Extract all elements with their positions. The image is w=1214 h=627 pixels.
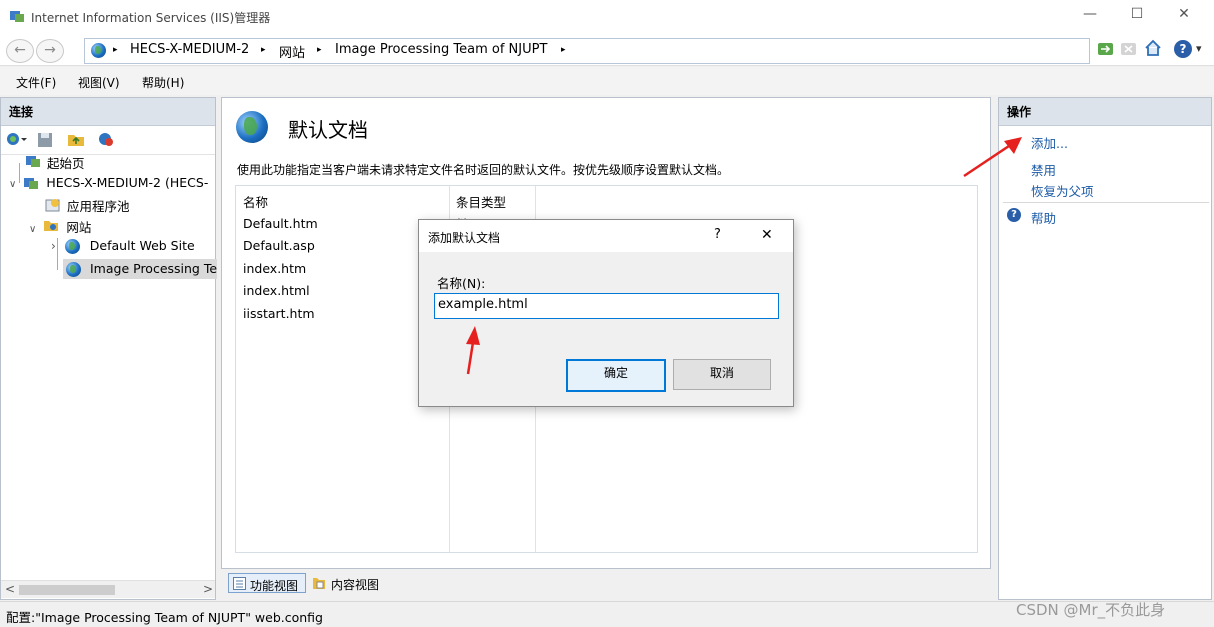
scroll-left-button[interactable]: <	[5, 582, 15, 596]
menu-help[interactable]: 帮助(H)	[142, 74, 184, 91]
column-header-name[interactable]: 名称	[243, 192, 268, 211]
ok-button[interactable]: 确定	[566, 359, 666, 392]
address-box[interactable]: ▸ HECS-X-MEDIUM-2 ▸ 网站 ▸ Image Processin…	[84, 38, 1090, 64]
globe-icon	[91, 43, 106, 58]
server-icon	[23, 176, 39, 190]
content-view-label: 内容视图	[331, 578, 380, 592]
dialog-title-bar: 添加默认文档 ? ✕	[419, 220, 793, 252]
tree-item-image-processing-selected[interactable]: Image Processing Te	[63, 259, 217, 279]
tree-item-server[interactable]: ∨ HECS-X-MEDIUM-2 (HECS-	[9, 175, 208, 190]
globe-icon	[65, 239, 80, 254]
address-bar: ← → ▸ HECS-X-MEDIUM-2 ▸ 网站 ▸ Image Proce…	[0, 34, 1214, 66]
tree-item-label: 网站	[66, 220, 92, 235]
close-button[interactable]: ✕	[1164, 6, 1204, 28]
connections-hscrollbar[interactable]: < >	[1, 580, 215, 598]
sites-folder-icon	[43, 218, 59, 232]
action-revert-to-parent[interactable]: 恢复为父项	[1031, 181, 1094, 200]
breadcrumb-sites[interactable]: 网站	[279, 42, 305, 61]
breadcrumb-server[interactable]: HECS-X-MEDIUM-2	[130, 42, 249, 57]
tree-item-label: HECS-X-MEDIUM-2 (HECS-	[46, 175, 209, 190]
tree-item-label: 起始页	[47, 156, 85, 171]
action-add[interactable]: 添加...	[1031, 133, 1068, 152]
help-icon: ?	[1007, 208, 1021, 222]
connect-icon[interactable]	[6, 131, 28, 147]
list-item[interactable]: Default.asp	[243, 238, 315, 253]
expand-icon[interactable]: ›	[51, 239, 56, 253]
tree-item-start-page[interactable]: 起始页	[25, 153, 85, 172]
status-text: 配置:"Image Processing Team of NJUPT" web.…	[6, 610, 323, 625]
cancel-button[interactable]: 取消	[673, 359, 771, 390]
globe-icon	[66, 262, 81, 277]
action-disable[interactable]: 禁用	[1031, 160, 1056, 179]
forward-button[interactable]: →	[36, 39, 64, 63]
breadcrumb-separator-icon: ▸	[317, 45, 322, 55]
content-view-icon	[312, 576, 326, 590]
back-button[interactable]: ←	[6, 39, 34, 63]
save-icon[interactable]	[37, 132, 53, 148]
feature-title: 默认文档	[288, 118, 368, 142]
breadcrumb-site[interactable]: Image Processing Team of NJUPT	[335, 42, 547, 57]
collapse-icon[interactable]: ∨	[9, 179, 16, 190]
home-icon[interactable]	[1144, 39, 1162, 57]
maximize-button[interactable]: ☐	[1117, 6, 1157, 28]
list-item[interactable]: iisstart.htm	[243, 306, 315, 321]
list-item[interactable]: index.html	[243, 283, 310, 298]
menu-bar: 文件(F) 视图(V) 帮助(H)	[0, 67, 1214, 95]
collapse-icon[interactable]: ∨	[29, 224, 36, 235]
connections-toolbar	[1, 126, 215, 155]
go-icon[interactable]	[1097, 41, 1115, 57]
globe-icon	[236, 111, 268, 143]
action-help[interactable]: 帮助	[1031, 208, 1056, 227]
annotation-arrow-to-input	[466, 326, 480, 375]
status-bar: 配置:"Image Processing Team of NJUPT" web.…	[0, 601, 1214, 627]
connections-header: 连接	[1, 98, 215, 126]
name-input-value: example.html	[438, 297, 528, 312]
window-title: Internet Information Services (IIS)管理器	[31, 11, 271, 25]
breadcrumb-separator-icon: ▸	[113, 45, 118, 55]
connections-pane: 连接 起始页 ∨ HECS-X-MEDIUM-2 (HECS- 应用程序池 ∨ …	[0, 97, 217, 600]
stop-icon[interactable]	[1120, 41, 1138, 57]
tree-item-sites[interactable]: ∨ 网站	[29, 217, 91, 236]
up-folder-icon[interactable]	[67, 131, 85, 147]
app-pool-icon	[45, 197, 61, 212]
help-icon[interactable]: ?	[1174, 40, 1192, 58]
breadcrumb-separator-icon: ▸	[561, 45, 566, 55]
features-view-tab[interactable]: 功能视图	[228, 573, 306, 593]
column-header-entry-type[interactable]: 条目类型	[456, 192, 506, 211]
name-input[interactable]: example.html	[434, 293, 779, 319]
actions-header: 操作	[999, 98, 1211, 126]
tree-item-label: 应用程序池	[67, 199, 130, 214]
tree-item-app-pools[interactable]: 应用程序池	[45, 196, 130, 215]
content-view-tab[interactable]: 内容视图	[310, 573, 390, 593]
add-default-document-dialog: 添加默认文档 ? ✕ 名称(N): example.html 确定 取消	[418, 219, 794, 407]
title-bar: Internet Information Services (IIS)管理器 —…	[0, 0, 1214, 34]
start-page-icon	[25, 154, 41, 168]
scroll-thumb[interactable]	[19, 585, 115, 595]
breadcrumb-separator-icon: ▸	[261, 45, 266, 55]
features-view-label: 功能视图	[250, 579, 299, 593]
tree-item-default-web-site[interactable]: › Default Web Site	[51, 238, 195, 254]
help-dropdown-icon[interactable]: ▾	[1196, 42, 1202, 55]
watermark: CSDN @Mr_不负此身	[1016, 601, 1166, 619]
name-label: 名称(N):	[437, 276, 486, 291]
disconnect-icon[interactable]	[97, 131, 115, 147]
list-item[interactable]: Default.htm	[243, 216, 318, 231]
scroll-right-button[interactable]: >	[203, 582, 213, 596]
tree-item-label: Image Processing Te	[90, 261, 217, 276]
menu-view[interactable]: 视图(V)	[78, 74, 120, 91]
iis-app-icon	[9, 9, 25, 23]
tree-item-label: Default Web Site	[89, 238, 195, 253]
minimize-button[interactable]: —	[1070, 6, 1110, 28]
menu-file[interactable]: 文件(F)	[16, 74, 56, 91]
features-view-icon	[233, 577, 246, 590]
feature-description: 使用此功能指定当客户端未请求特定文件名时返回的默认文件。按优先级顺序设置默认文档…	[237, 163, 730, 177]
annotation-arrow-to-add	[963, 137, 1022, 178]
dialog-help-button[interactable]: ?	[714, 227, 721, 242]
dialog-title: 添加默认文档	[428, 231, 501, 245]
list-item[interactable]: index.htm	[243, 261, 306, 276]
actions-pane: 操作 添加... 禁用 恢复为父项 ? 帮助	[998, 97, 1212, 600]
dialog-close-button[interactable]: ✕	[761, 227, 773, 243]
